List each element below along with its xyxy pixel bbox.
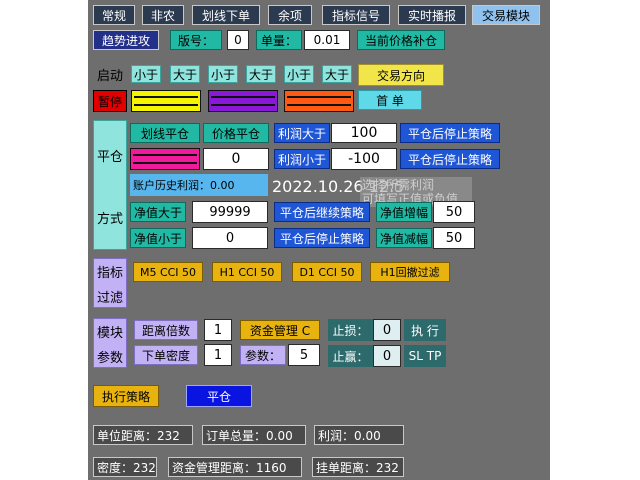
order-total-display: 订单总量：0.00 (202, 425, 306, 445)
tab-extra[interactable]: 余项 (268, 5, 312, 25)
unit-distance-display: 单位距离：232 (93, 425, 193, 445)
equity-greater-input[interactable]: 99999 (192, 201, 268, 223)
money-management-distance-display: 资金管理距离：1160 (168, 457, 302, 477)
trend-attack-button[interactable]: 趋势进攻 (93, 30, 159, 50)
tab-line-order[interactable]: 划线下单 (192, 5, 260, 25)
version-label: 版号： (170, 30, 222, 50)
order-density-input[interactable]: 1 (204, 344, 232, 366)
profit-display: 利润：0.00 (314, 425, 404, 445)
equity-less-input[interactable]: 0 (192, 227, 268, 249)
distance-multiple-input[interactable]: 1 (204, 319, 232, 341)
equity-decrease-label: 净值减幅 (376, 228, 432, 248)
account-history-profit: 账户历史利润：0.00 (130, 174, 268, 196)
refill-current-price-button[interactable]: 当前价格补仓 (357, 30, 445, 50)
color-swatch-purple[interactable] (208, 90, 278, 112)
indicator-filter-label-bottom: 过滤 (96, 290, 123, 306)
color-swatch-orange[interactable] (284, 90, 354, 112)
tab-trade-module[interactable]: 交易模块 (472, 5, 540, 25)
color-swatch-magenta[interactable] (130, 148, 200, 170)
filter-m5-cci[interactable]: M5 CCI 50 (133, 262, 203, 282)
close-value-input[interactable]: 0 (203, 148, 269, 170)
continue-after-close-button[interactable]: 平仓后继续策略 (274, 202, 370, 222)
lot-label: 单量： (256, 30, 302, 50)
equity-increase-label: 净值增幅 (376, 202, 432, 222)
filter-h1-cci[interactable]: H1 CCI 50 (212, 262, 282, 282)
equity-greater-label: 净值大于 (130, 202, 186, 222)
profit-greater-input[interactable]: 100 (331, 123, 397, 143)
module-params-label-top: 模块 (96, 325, 123, 341)
param-input[interactable]: 5 (288, 344, 320, 366)
param-label: 参数： (240, 345, 286, 365)
tooltip-line-1: 选择所需利润 (362, 178, 435, 192)
start-label: 启动 (96, 68, 123, 84)
stop-loss-label: 止损： (328, 319, 373, 341)
profit-less-input[interactable]: -100 (331, 148, 397, 170)
profit-less-label: 利润小于 (274, 149, 330, 169)
equity-increase-input[interactable]: 50 (433, 201, 475, 223)
close-position-button[interactable]: 平仓 (186, 385, 252, 407)
price-close-button[interactable]: 价格平仓 (203, 123, 269, 143)
module-params-label-bottom: 参数 (96, 350, 123, 366)
indicator-filter-label-top: 指标 (96, 265, 123, 281)
trade-direction-button[interactable]: 交易方向 (358, 64, 444, 86)
tab-live-broadcast[interactable]: 实时播报 (398, 5, 466, 25)
color-swatch-yellow[interactable] (131, 90, 201, 112)
close-method-side (93, 120, 127, 250)
close-method-label-top: 平仓 (96, 149, 123, 165)
stop-after-close-button-1[interactable]: 平仓后停止策略 (400, 123, 500, 143)
order-density-label: 下单密度 (134, 345, 198, 365)
close-method-label-bottom: 方式 (96, 211, 123, 227)
take-profit-input[interactable]: 0 (373, 345, 401, 367)
greater-than-button-1[interactable]: 大于 (170, 65, 200, 83)
first-order-button[interactable]: 首 单 (358, 90, 422, 110)
money-management-button[interactable]: 资金管理 C (240, 320, 320, 340)
tab-regular[interactable]: 常规 (93, 5, 135, 25)
execute-label[interactable]: 执 行 (404, 319, 446, 341)
equity-decrease-input[interactable]: 50 (433, 227, 475, 249)
sl-tp-label[interactable]: SL TP (404, 345, 446, 367)
stop-after-close-button-2[interactable]: 平仓后停止策略 (400, 149, 500, 169)
execute-strategy-button[interactable]: 执行策略 (93, 385, 159, 407)
profit-greater-label: 利润大于 (274, 123, 330, 143)
less-than-button-3[interactable]: 小于 (284, 65, 314, 83)
take-profit-label: 止赢： (328, 345, 373, 367)
greater-than-button-2[interactable]: 大于 (246, 65, 276, 83)
greater-than-button-3[interactable]: 大于 (322, 65, 352, 83)
density-display: 密度：232 (93, 457, 157, 477)
stop-loss-input[interactable]: 0 (373, 319, 401, 341)
version-input[interactable]: 0 (227, 30, 249, 50)
pending-distance-display: 挂单距离：232 (312, 457, 404, 477)
filter-h1-pullback[interactable]: H1回撤过滤 (370, 262, 450, 282)
pause-button[interactable]: 暂停 (93, 90, 127, 112)
lot-input[interactable]: 0.01 (304, 30, 350, 50)
line-close-button[interactable]: 划线平仓 (130, 123, 200, 143)
tab-indicator-signal[interactable]: 指标信号 (322, 5, 390, 25)
distance-multiple-label: 距离倍数 (134, 320, 198, 340)
less-than-button-2[interactable]: 小于 (208, 65, 238, 83)
tab-nonfarm[interactable]: 非农 (142, 5, 184, 25)
less-than-button-1[interactable]: 小于 (131, 65, 161, 83)
filter-d1-cci[interactable]: D1 CCI 50 (292, 262, 362, 282)
equity-less-label: 净值小于 (130, 228, 186, 248)
stop-after-close-button-3[interactable]: 平仓后停止策略 (274, 228, 370, 248)
